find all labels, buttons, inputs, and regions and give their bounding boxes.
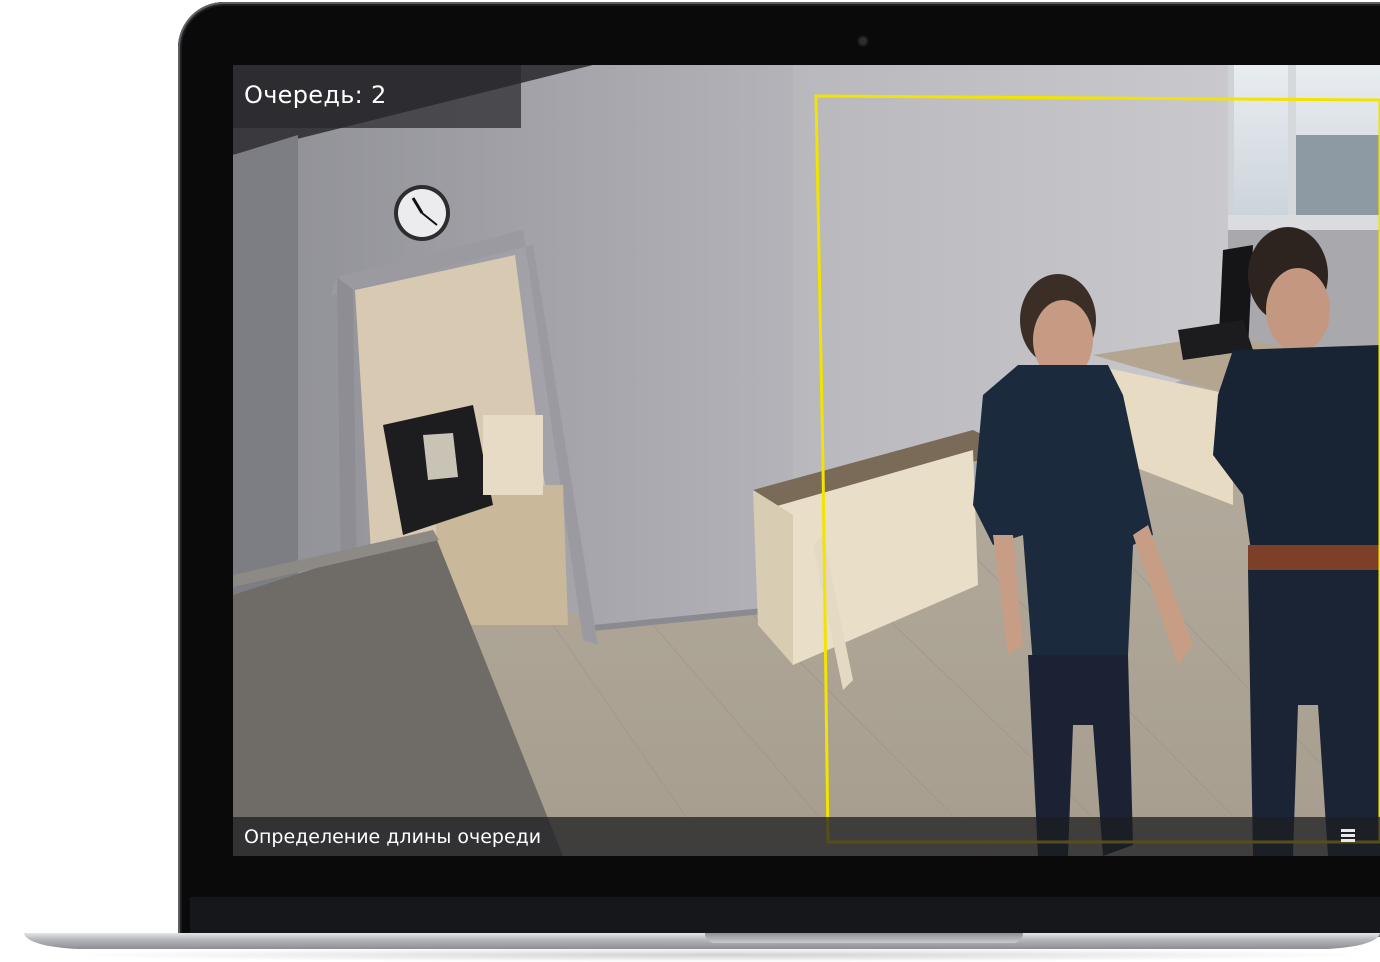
video-caption: Определение длины очереди <box>244 826 542 848</box>
laptop-hinge-notch <box>705 933 1023 943</box>
laptop-shadow <box>60 948 1380 962</box>
webcam-icon <box>859 37 867 45</box>
menu-icon[interactable] <box>1341 829 1355 845</box>
video-player[interactable]: Очередь: 2 Определение длины очереди <box>233 65 1380 856</box>
queue-count-label: Очередь: 2 <box>244 81 387 109</box>
screen-bottom-bezel <box>190 897 1380 933</box>
laptop-base <box>24 933 1380 949</box>
camera-feed <box>233 65 1380 856</box>
